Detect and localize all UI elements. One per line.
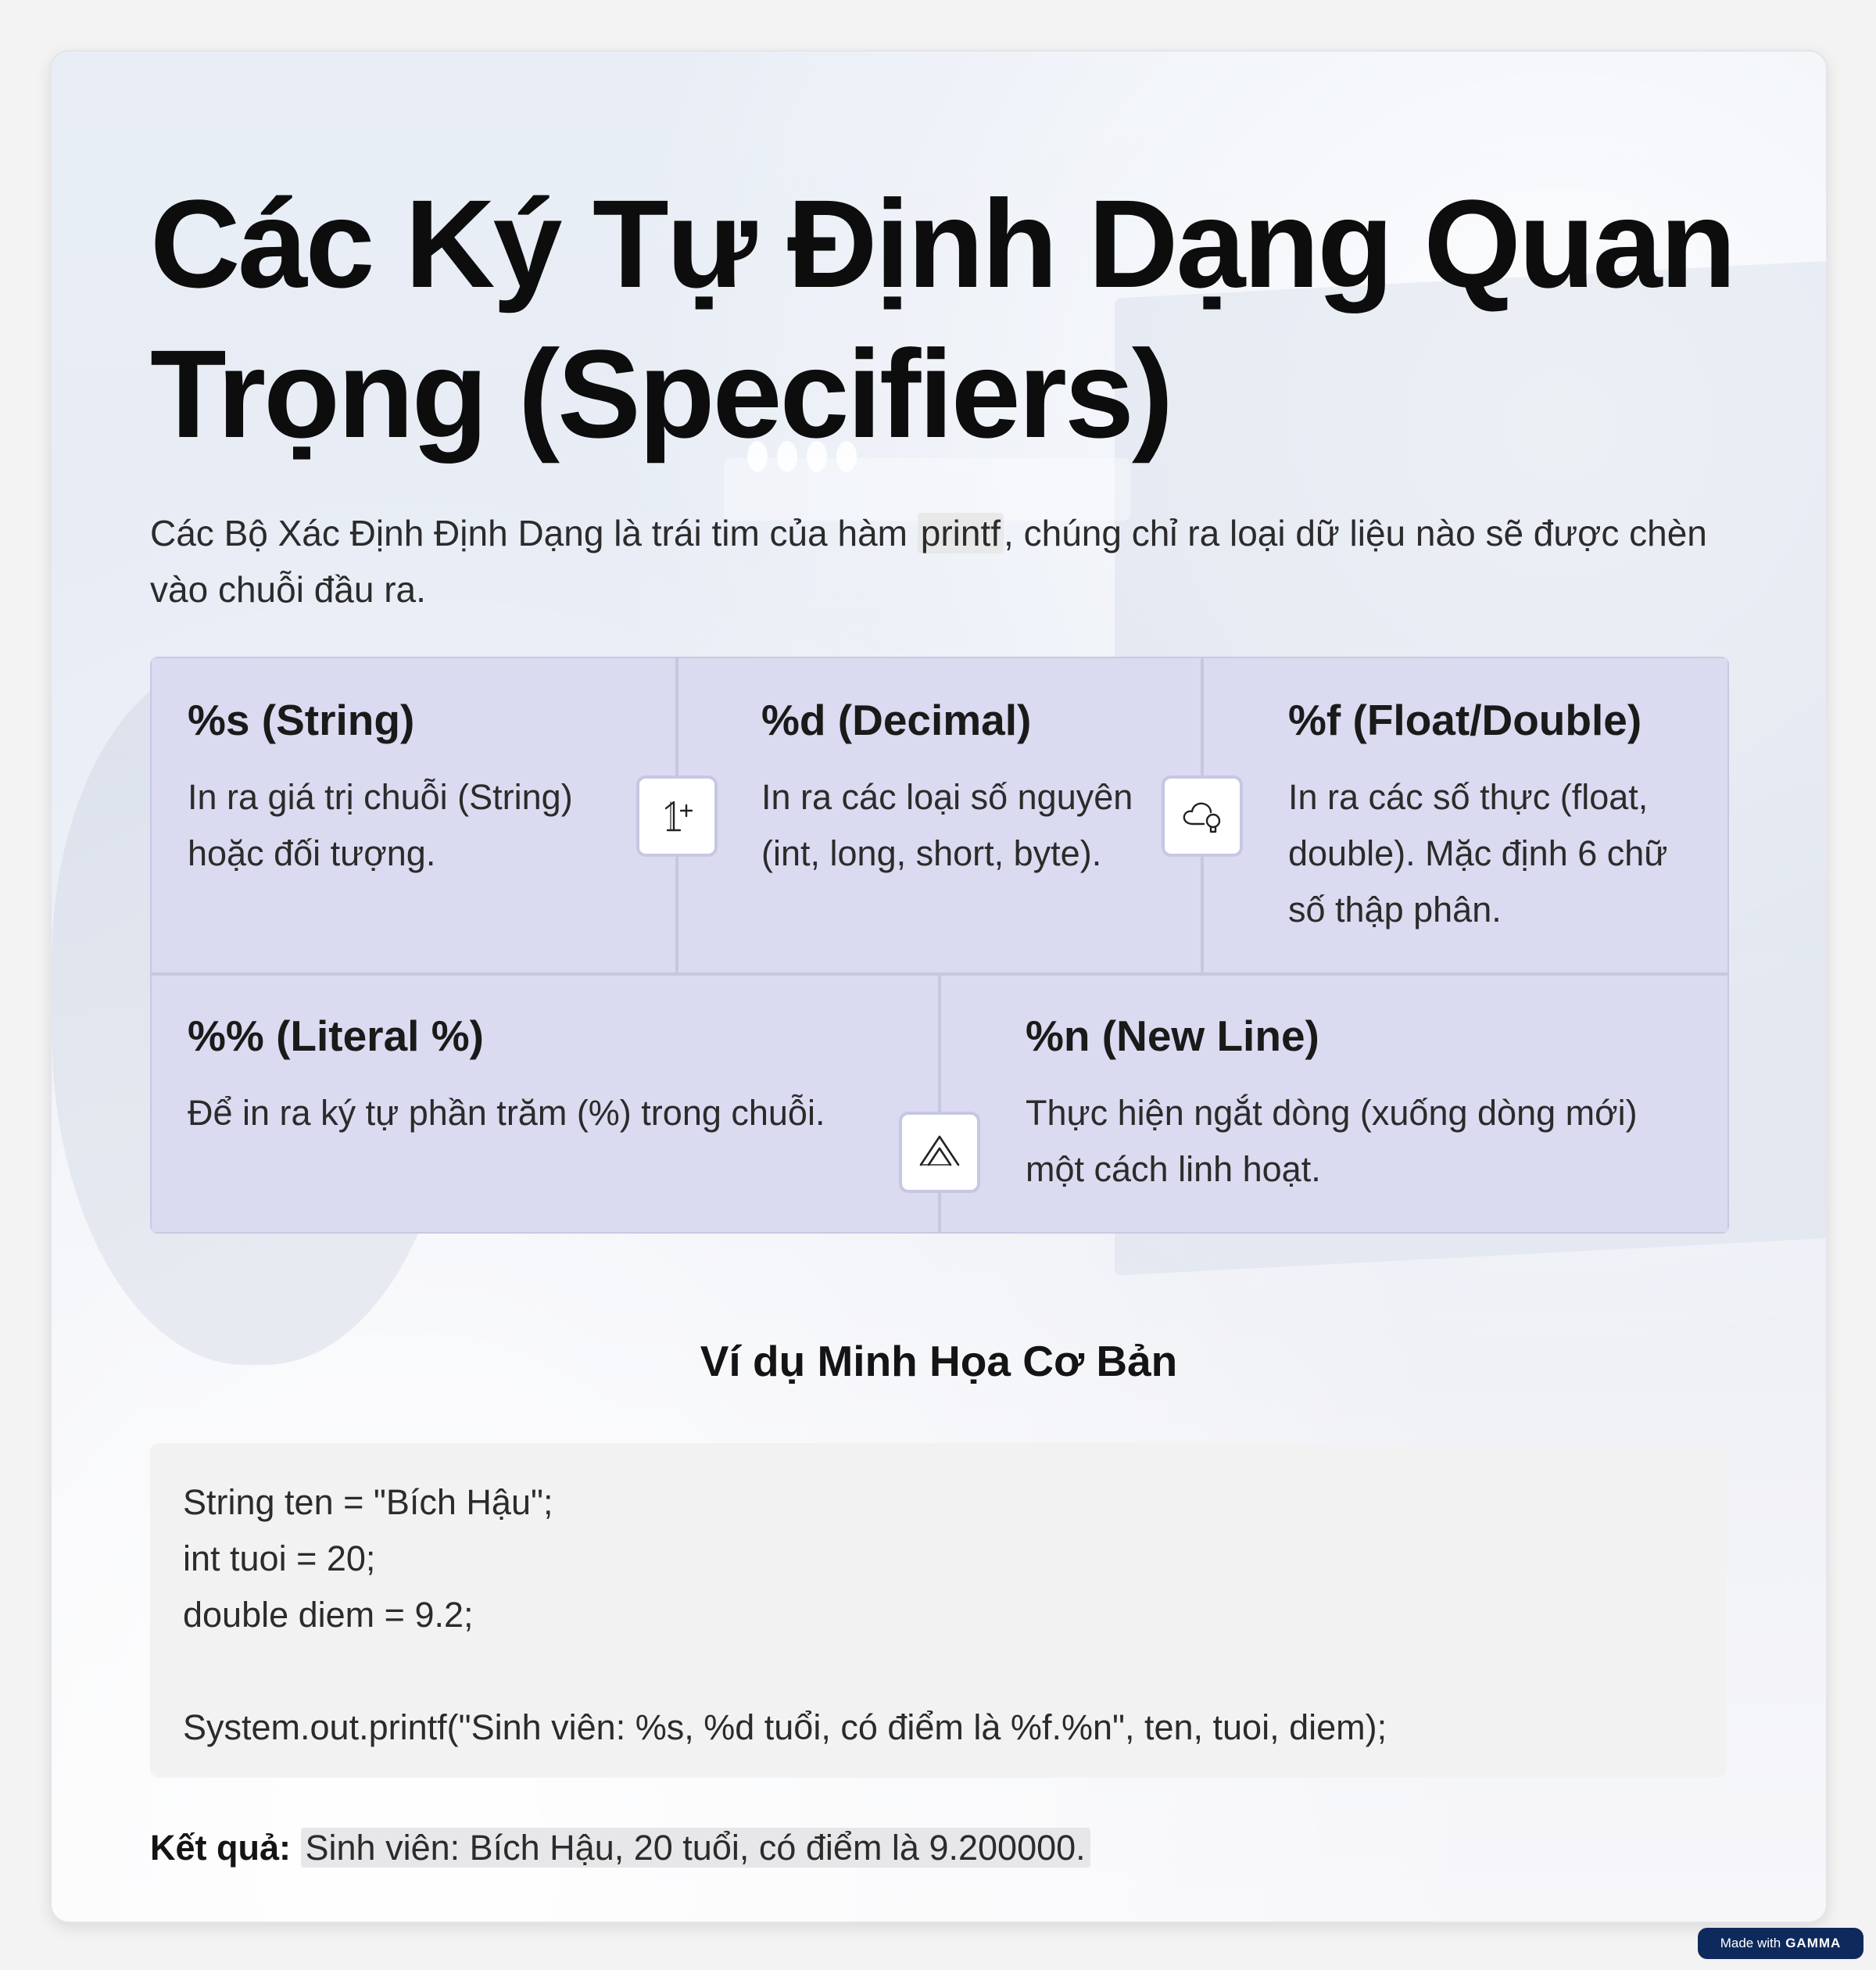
number-one-plus-icon <box>636 775 718 857</box>
triangle-peak-icon <box>899 1112 980 1193</box>
code-line: double diem = 9.2; <box>183 1595 474 1635</box>
intro-paragraph: Các Bộ Xác Định Định Dạng là trái tim củ… <box>150 505 1745 618</box>
slide-card: Các Ký Tự Định Dạng Quan Trọng (Specifie… <box>50 50 1828 1923</box>
intro-inline-code: printf <box>917 513 1004 553</box>
specifier-description: In ra giá trị chuỗi (String) hoặc đối tư… <box>188 777 573 873</box>
specifier-title: %% (Literal %) <box>188 1012 484 1060</box>
specifier-title: %s (String) <box>188 696 415 744</box>
specifier-card-decimal: %d (Decimal) In ra các loại số nguyên (i… <box>677 658 1202 974</box>
specifier-description: In ra các loại số nguyên (int, long, sho… <box>761 777 1133 873</box>
specifier-card-literal-percent: %% (Literal %) Để in ra ký tự phần trăm … <box>152 974 940 1232</box>
example-heading: Ví dụ Minh Họa Cơ Bản <box>700 1337 1178 1385</box>
specifier-description: Để in ra ký tự phần trăm (%) trong chuỗi… <box>188 1093 825 1133</box>
result-value: Sinh viên: Bích Hậu, 20 tuổi, có điểm là… <box>300 1828 1090 1868</box>
code-line: int tuoi = 20; <box>183 1538 376 1578</box>
result-line: Kết quả: Sinh viên: Bích Hậu, 20 tuổi, c… <box>150 1820 1090 1876</box>
code-line: String ten = "Bích Hậu"; <box>183 1482 553 1522</box>
specifier-title: %n (New Line) <box>1026 1012 1319 1060</box>
specifier-card-float: %f (Float/Double) In ra các số thực (flo… <box>1202 658 1727 974</box>
specifier-description: In ra các số thực (float, double). Mặc đ… <box>1288 777 1668 929</box>
page-title: Các Ký Tự Định Dạng Quan Trọng (Specifie… <box>150 174 1736 464</box>
cloud-lightbulb-icon <box>1162 775 1243 857</box>
made-with-gamma-badge[interactable]: Made with GAMMA <box>1698 1928 1863 1959</box>
specifier-title: %d (Decimal) <box>761 696 1032 744</box>
intro-text-before: Các Bộ Xác Định Định Dạng là trái tim củ… <box>150 513 918 553</box>
badge-prefix: Made with <box>1720 1936 1781 1950</box>
gamma-logo: GAMMA <box>1785 1936 1842 1950</box>
slide-content: Các Ký Tự Định Dạng Quan Trọng (Specifie… <box>52 52 1826 1922</box>
code-block: String ten = "Bích Hậu"; int tuoi = 20; … <box>150 1443 1726 1778</box>
specifier-grid: %s (String) In ra giá trị chuỗi (String)… <box>150 657 1729 1234</box>
grid-divider <box>938 974 941 1232</box>
code-line: System.out.printf("Sinh viên: %s, %d tuổ… <box>183 1707 1387 1747</box>
specifier-card-new-line: %n (New Line) Thực hiện ngắt dòng (xuống… <box>940 974 1727 1232</box>
specifier-card-string: %s (String) In ra giá trị chuỗi (String)… <box>152 658 677 974</box>
specifier-title: %f (Float/Double) <box>1288 696 1642 744</box>
specifier-description: Thực hiện ngắt dòng (xuống dòng mới) một… <box>1026 1093 1638 1189</box>
result-label: Kết quả: <box>150 1828 291 1868</box>
